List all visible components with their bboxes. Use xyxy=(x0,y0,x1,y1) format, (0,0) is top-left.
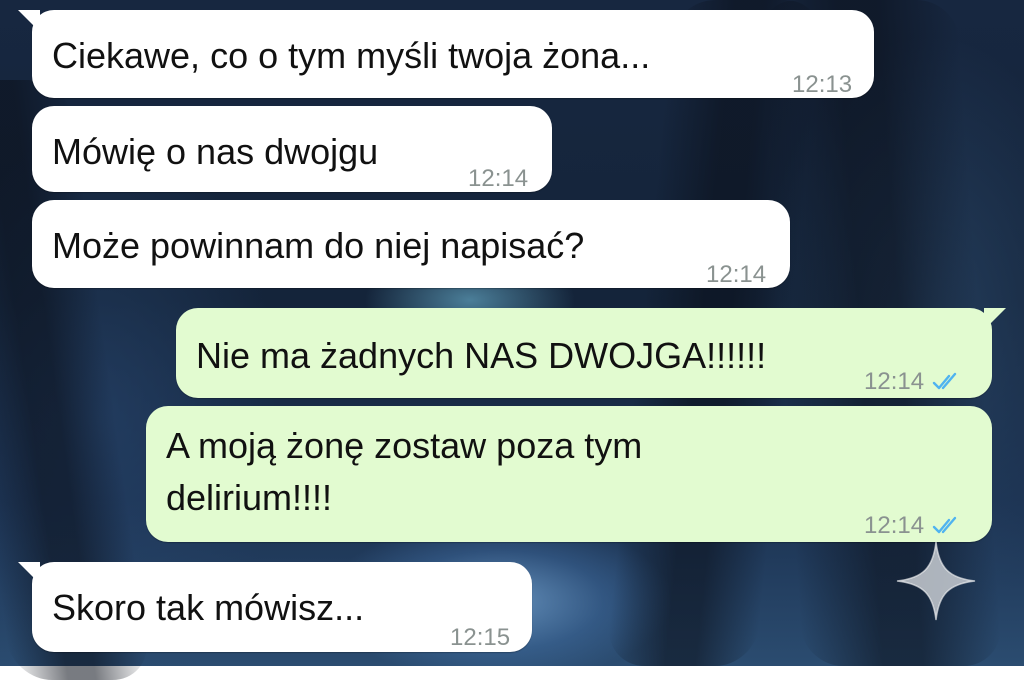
double-check-read-icon xyxy=(932,372,957,390)
incoming-message[interactable]: Może powinnam do niej napisać? 12:14 xyxy=(32,200,790,288)
message-text: Może powinnam do niej napisać? xyxy=(52,225,585,266)
message-timestamp: 12:13 xyxy=(792,71,853,98)
message-text: Nie ma żadnych NAS DWOJGA!!!!!! xyxy=(196,335,767,376)
outgoing-message[interactable]: Nie ma żadnych NAS DWOJGA!!!!!! 12:14 xyxy=(176,308,1006,398)
incoming-message[interactable]: Ciekawe, co o tym myśli twoja żona... 12… xyxy=(18,10,874,98)
message-timestamp: 12:15 xyxy=(450,624,511,651)
double-check-read-icon xyxy=(932,516,957,534)
incoming-message[interactable]: Mówię o nas dwojgu 12:14 xyxy=(32,106,552,192)
message-timestamp: 12:14 xyxy=(864,368,925,395)
message-text: Ciekawe, co o tym myśli twoja żona... xyxy=(52,35,651,76)
message-text: Mówię o nas dwojgu xyxy=(52,131,379,172)
incoming-message[interactable]: Skoro tak mówisz... 12:15 xyxy=(18,562,532,652)
outgoing-message[interactable]: A moją żonę zostaw poza tym delirium!!!!… xyxy=(146,406,992,542)
sparkle-icon[interactable] xyxy=(895,540,977,622)
message-timestamp: 12:14 xyxy=(468,165,529,192)
message-text: Skoro tak mówisz... xyxy=(52,587,365,628)
message-timestamp: 12:14 xyxy=(706,261,767,288)
message-text: A moją żonę zostaw poza tym delirium!!!! xyxy=(166,425,643,518)
